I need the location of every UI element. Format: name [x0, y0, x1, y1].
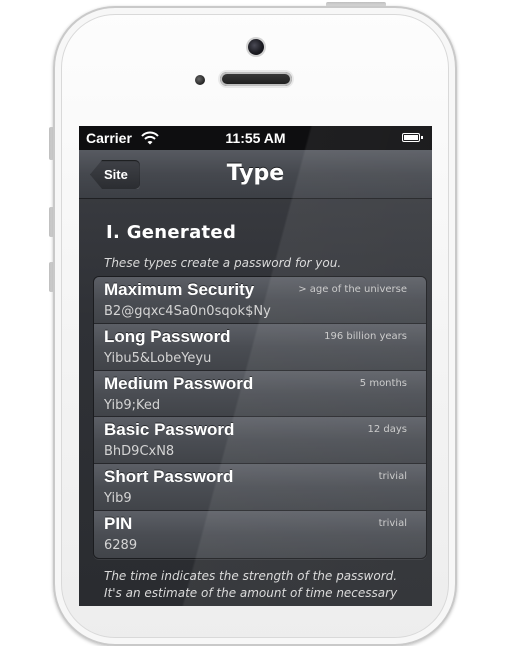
status-time: 11:55 AM [225, 130, 286, 146]
type-name: Medium Password [104, 373, 254, 393]
status-bar: Carrier 11:55 AM [79, 126, 432, 150]
type-row-short-password[interactable]: Short Password trivial Yib9 [94, 464, 426, 511]
type-example: 6289 [104, 537, 138, 553]
type-row-medium-password[interactable]: Medium Password 5 months Yib9;Ked [94, 370, 426, 418]
section-note: These types create a password for you. [104, 256, 342, 270]
type-row-maximum-security[interactable]: Maximum Security > age of the universe B… [94, 277, 426, 324]
footer-note-line: The time indicates the strength of the p… [104, 569, 398, 583]
type-strength: 5 months [359, 377, 407, 389]
section-title: I. Generated [106, 222, 237, 243]
screen: Carrier 11:55 AM Site Type I. Generated … [79, 126, 432, 606]
type-strength: > age of the universe [298, 284, 407, 295]
type-strength: trivial [378, 517, 407, 529]
type-example: Yibu5&LobeYeyu [104, 350, 212, 366]
page-title: Type [226, 161, 285, 186]
type-name: Maximum Security [104, 280, 255, 299]
type-name: Basic Password [104, 420, 235, 440]
type-row-basic-password[interactable]: Basic Password 12 days BhD9CxN8 [94, 417, 426, 465]
type-name: PIN [104, 513, 133, 533]
footer-note: The time indicates the strength of the p… [104, 568, 424, 602]
type-list: Maximum Security > age of the universe B… [93, 276, 427, 559]
type-row-long-password[interactable]: Long Password 196 billion years Yibu5&Lo… [94, 323, 426, 371]
type-example: B2@gqxc4Sa0n0sqok$Ny [104, 304, 271, 319]
type-name: Short Password [104, 467, 234, 487]
type-row-pin[interactable]: PIN trivial 6289 [94, 510, 426, 558]
type-example: BhD9CxN8 [104, 444, 175, 460]
type-strength: 12 days [367, 424, 407, 436]
type-example: Yib9;Ked [104, 397, 161, 413]
type-example: Yib9 [104, 491, 132, 507]
type-strength: trivial [378, 471, 407, 483]
proximity-sensor-icon [195, 75, 205, 85]
earpiece-speaker-icon [220, 72, 292, 86]
battery-icon [402, 133, 423, 142]
type-strength: 196 billion years [324, 330, 407, 342]
navigation-bar: Site Type [79, 150, 432, 199]
front-camera-icon [248, 39, 264, 55]
type-name: Long Password [104, 326, 231, 346]
footer-note-line: It's an estimate of the amount of time n… [104, 586, 398, 600]
